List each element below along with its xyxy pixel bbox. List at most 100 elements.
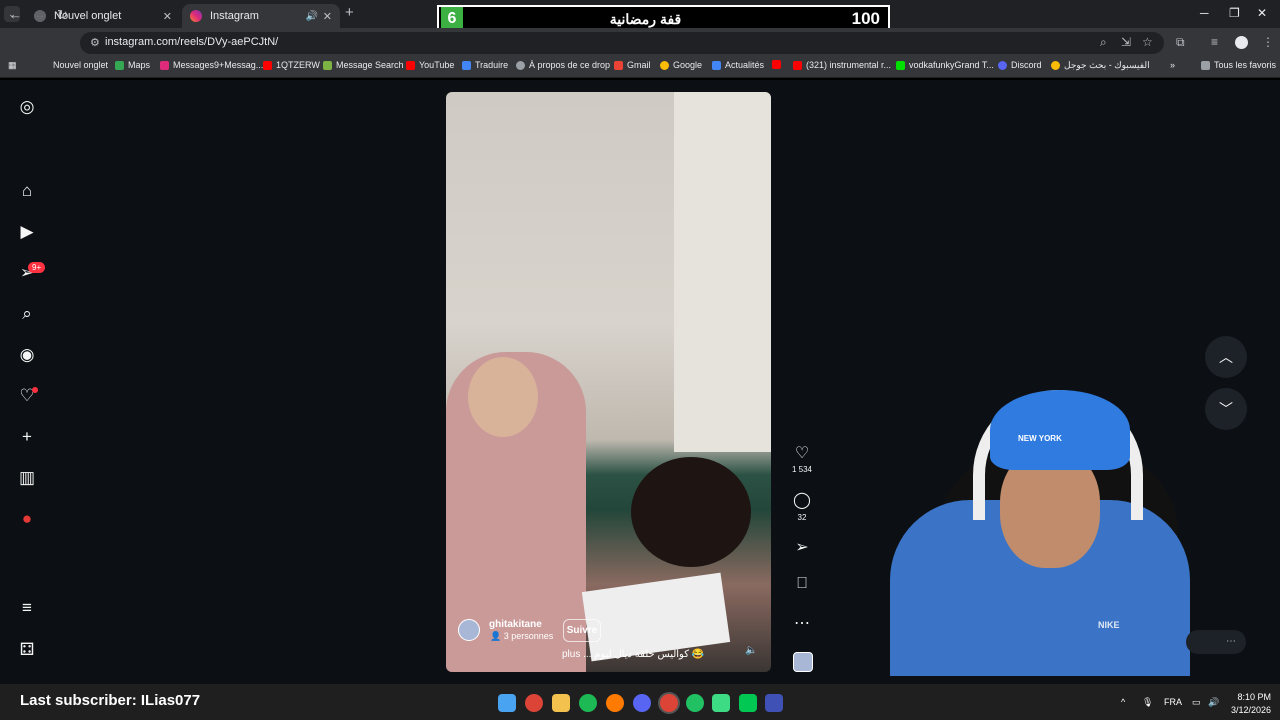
apps-icon[interactable]: ▦ <box>8 60 17 71</box>
tab-instagram[interactable]: Instagram 🔊 ✕ <box>182 4 340 28</box>
folder-icon <box>1201 60 1210 70</box>
new-tab-button[interactable]: + <box>345 4 354 21</box>
previous-reel-button[interactable]: ︿ <box>1205 336 1247 378</box>
restore-icon[interactable]: ❐ <box>1229 6 1240 20</box>
sound-icon[interactable]: 🔈 <box>745 645 757 656</box>
close-tab-icon[interactable]: ✕ <box>163 10 172 23</box>
webcam-overlay: NEW YORK NIKE <box>878 380 1198 676</box>
notification-dot <box>32 387 38 393</box>
media-icon[interactable]: ≡ <box>1211 35 1218 49</box>
search-icon[interactable]: ⌕ <box>17 304 37 324</box>
globe-icon <box>516 60 525 70</box>
clock-time[interactable]: 8:10 PM <box>1235 692 1271 702</box>
bookmark-item[interactable]: Gmail <box>614 60 651 70</box>
extensions-icon[interactable]: ⧉ <box>1176 35 1185 50</box>
explore-icon[interactable]: ◉ <box>17 345 37 365</box>
cap-text: NEW YORK <box>1018 434 1062 443</box>
like-icon[interactable]: ♡ <box>790 443 814 463</box>
reel-username[interactable]: ghitakitane <box>489 619 542 630</box>
audio-thumbnail[interactable] <box>793 652 813 672</box>
google-icon <box>1051 61 1060 70</box>
reel-video[interactable] <box>446 92 771 672</box>
bookmark-item[interactable]: Message Search <box>323 60 404 70</box>
android-icon[interactable] <box>712 694 730 712</box>
reel-collab-count[interactable]: 👤 3 personnes <box>490 631 553 642</box>
video-person <box>468 357 538 437</box>
menu-icon[interactable]: ⋮ <box>1262 35 1274 49</box>
app-icon[interactable] <box>606 694 624 712</box>
language-indicator[interactable]: FRA <box>1164 697 1182 707</box>
app-icon[interactable] <box>765 694 783 712</box>
bookmark-item[interactable]: Google <box>660 60 702 70</box>
maps-icon <box>115 60 124 70</box>
chrome-icon[interactable] <box>525 694 543 712</box>
bookmark-item[interactable]: Actualités <box>712 60 764 70</box>
video-person <box>631 457 751 567</box>
bookmark-item[interactable]: Discord <box>998 60 1042 70</box>
follow-button[interactable]: Suivre <box>563 619 601 642</box>
speaker-icon[interactable]: 🔊 <box>306 11 318 22</box>
instagram-logo-icon[interactable]: ◎ <box>17 97 37 117</box>
site-info-icon[interactable]: ⚙ <box>90 36 100 49</box>
kick-icon[interactable] <box>739 694 757 712</box>
tab-new-tab[interactable]: Nouvel onglet ✕ <box>26 4 180 28</box>
close-tab-icon[interactable]: ✕ <box>323 10 332 23</box>
install-app-icon[interactable]: ⇲ <box>1121 35 1131 49</box>
clock-date[interactable]: 3/12/2026 <box>1228 705 1271 715</box>
dashboard-icon[interactable]: ▥ <box>17 468 37 488</box>
bookmark-item[interactable] <box>772 60 785 69</box>
bookmark-item[interactable]: Nouvel onglet <box>53 60 108 70</box>
spotify-icon[interactable] <box>579 694 597 712</box>
last-subscriber-text: Last subscriber: ILias077 <box>20 692 201 709</box>
apps-grid-icon[interactable]: ⚃ <box>17 640 37 660</box>
chrome-icon[interactable] <box>660 694 678 712</box>
tray-overflow-icon[interactable]: ^ <box>1121 697 1125 707</box>
screen: ⌄ Nouvel onglet ✕ Instagram 🔊 ✕ + ─ ❐ ✕ … <box>0 0 1280 720</box>
reactions-button[interactable]: ⋯ <box>1186 630 1246 654</box>
cap <box>990 390 1130 470</box>
bookmark-item[interactable]: Maps <box>115 60 150 70</box>
bookmark-item[interactable]: Traduire <box>462 60 508 70</box>
bookmark-star-icon[interactable]: ☆ <box>1142 35 1153 49</box>
network-icon[interactable]: ▭ <box>1192 697 1201 708</box>
comment-icon[interactable]: ◯ <box>790 490 814 510</box>
discord-icon[interactable] <box>633 694 651 712</box>
reload-icon[interactable]: ↻ <box>57 7 68 23</box>
forward-icon[interactable]: → <box>33 7 46 22</box>
more-menu-icon[interactable]: ≡ <box>17 598 37 618</box>
bookmark-item[interactable]: YouTube <box>406 60 454 70</box>
create-icon[interactable]: + <box>17 427 37 447</box>
file-explorer-icon[interactable] <box>552 694 570 712</box>
close-window-icon[interactable]: ✕ <box>1257 6 1267 20</box>
bookmark-item[interactable]: (321) instrumental r... <box>793 60 891 70</box>
bookmark-item[interactable]: Messages9+Messag... <box>160 60 263 70</box>
bookmark-item[interactable]: À propos de ce drop <box>516 60 610 70</box>
home-icon[interactable]: ⌂ <box>17 181 37 201</box>
minimize-icon[interactable]: ─ <box>1200 6 1209 20</box>
back-icon[interactable]: ← <box>9 7 22 22</box>
zoom-icon[interactable]: ⌕ <box>1100 35 1107 50</box>
save-icon[interactable]: ⎕ <box>790 575 814 593</box>
chart-icon <box>323 60 332 70</box>
app-icon[interactable] <box>686 694 704 712</box>
instagram-icon <box>160 60 169 70</box>
reel-caption[interactable]: plus ... كواليس حلقة ديال ليوم 😂 <box>562 649 704 660</box>
like-count: 1 534 <box>791 465 813 474</box>
microphone-icon[interactable]: 🎙 <box>1142 697 1153 708</box>
bookmark-item[interactable]: vodkafunkyGrand T... <box>896 60 994 70</box>
start-icon[interactable] <box>498 694 516 712</box>
bookmark-item[interactable]: الفيسبوك - بحث جوجل <box>1051 60 1150 71</box>
tab-label: Instagram <box>210 10 259 22</box>
share-icon[interactable]: ➢ <box>790 537 814 557</box>
bookmark-item[interactable]: 1QTZERW <box>263 60 320 70</box>
next-reel-button[interactable]: ﹀ <box>1205 388 1247 430</box>
url-text[interactable]: instagram.com/reels/DVy-aePCJtN/ <box>105 36 278 48</box>
profile-avatar[interactable]: ● <box>17 509 37 529</box>
profile-avatar[interactable] <box>1235 36 1248 49</box>
bookmark-folder[interactable]: Tous les favoris <box>1201 60 1276 70</box>
reels-icon[interactable]: ▶ <box>17 222 37 242</box>
more-options-icon[interactable]: ⋯ <box>790 613 814 633</box>
reel-author-avatar[interactable] <box>458 619 480 641</box>
bookmarks-overflow-icon[interactable]: » <box>1170 60 1175 70</box>
volume-icon[interactable]: 🔊 <box>1208 697 1219 708</box>
